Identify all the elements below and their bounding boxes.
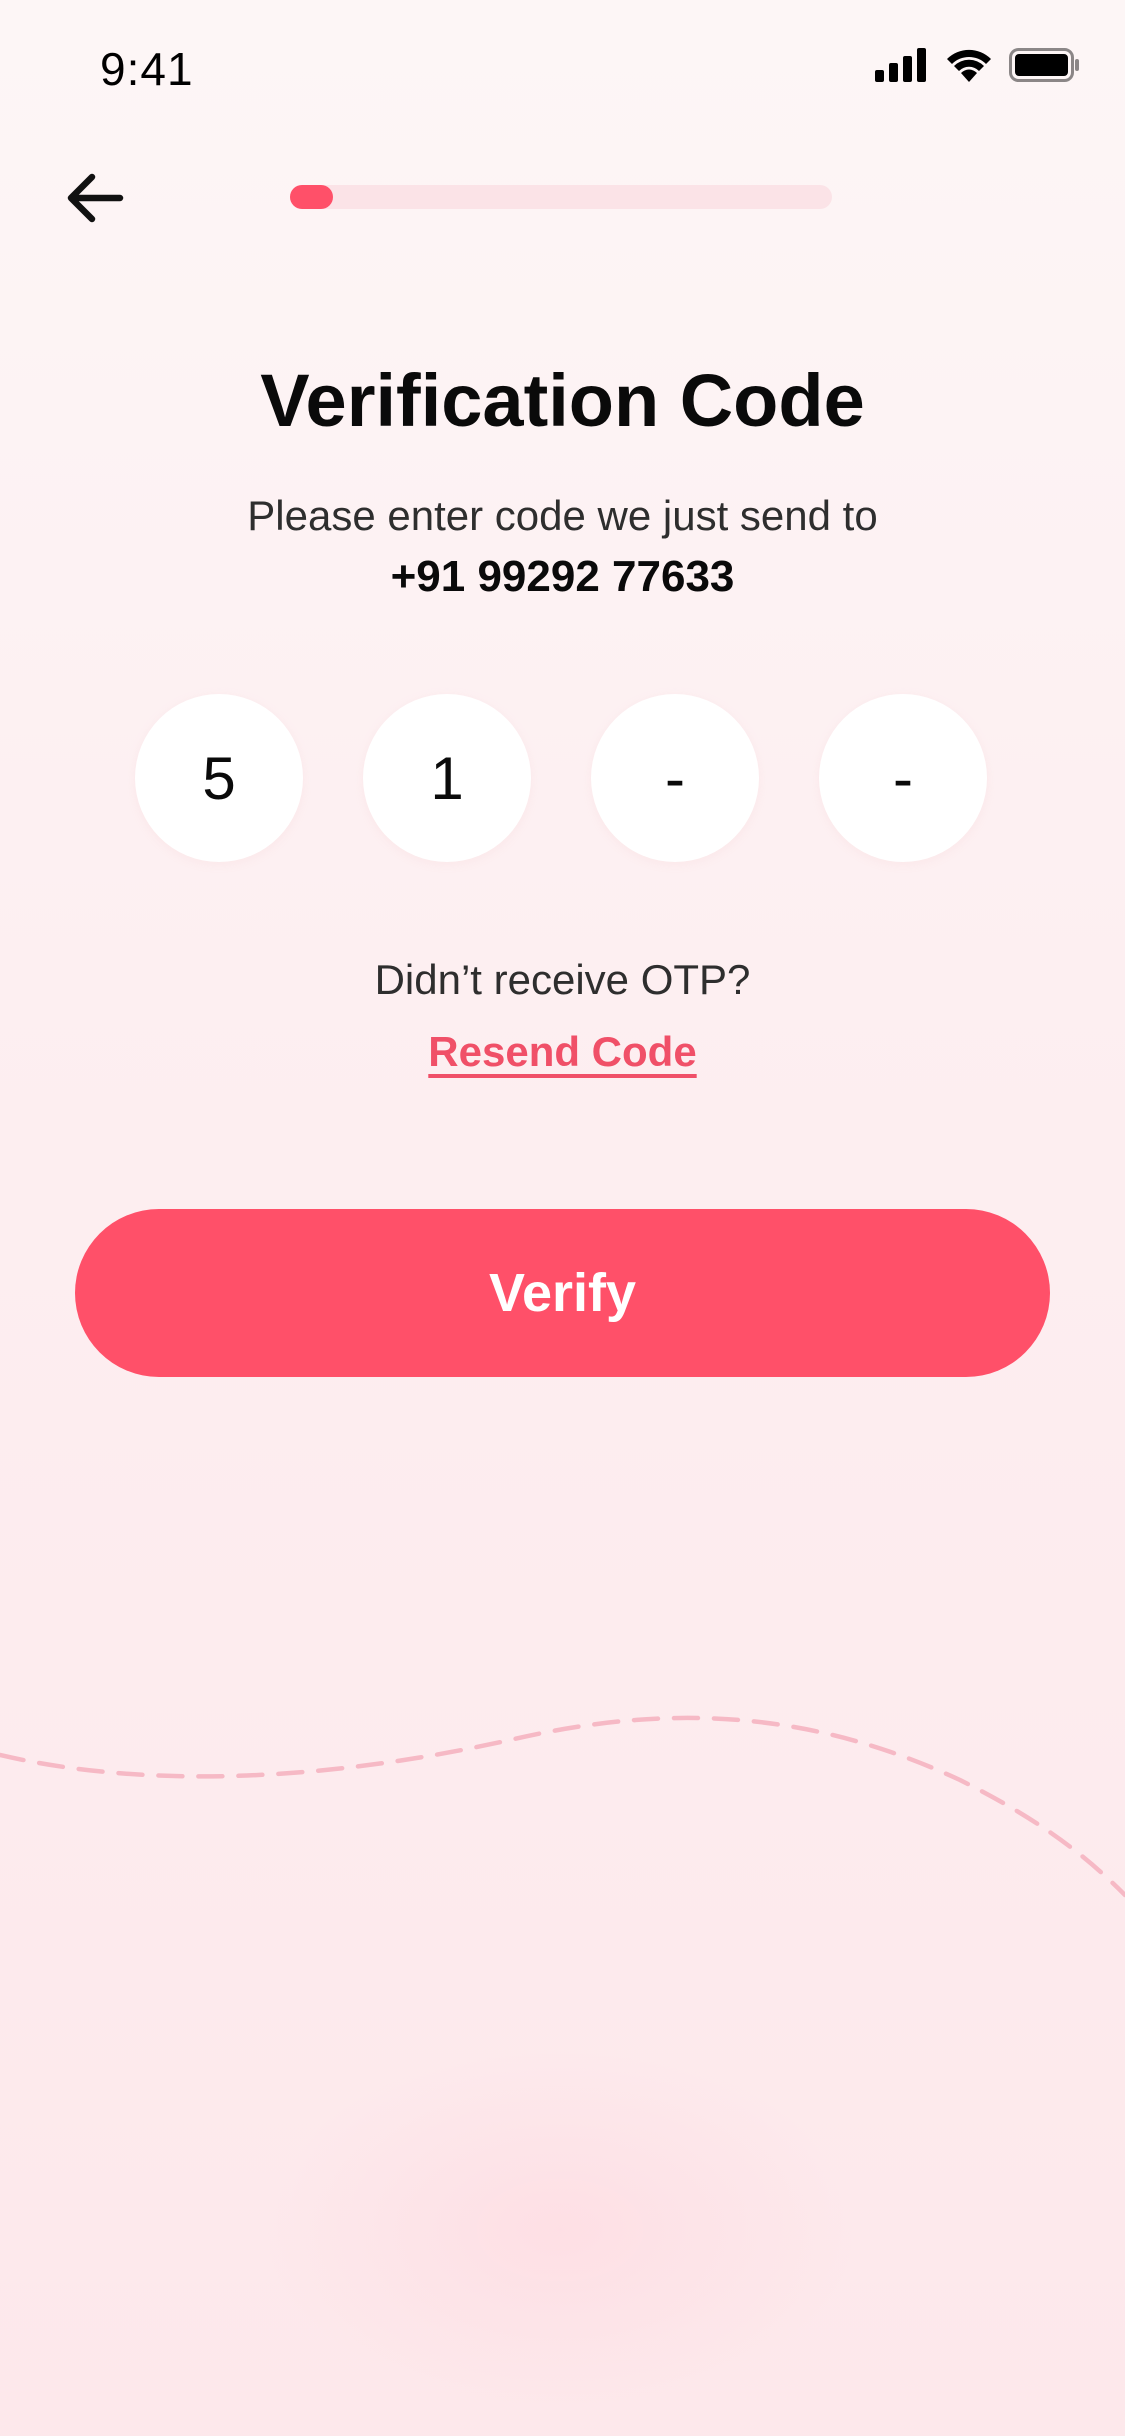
decorative-wave	[0, 1715, 1125, 1898]
otp-digit-3[interactable]: -	[591, 694, 759, 862]
status-time: 9:41	[100, 43, 194, 95]
cellular-signal-icon	[875, 48, 926, 82]
otp-digit-2[interactable]: 1	[363, 694, 531, 862]
resend-code-link[interactable]: Resend Code	[0, 1028, 1125, 1076]
page-title: Verification Code	[260, 359, 865, 442]
arrow-left-icon	[67, 173, 124, 223]
battery-icon	[1009, 48, 1079, 82]
back-button[interactable]	[62, 168, 132, 228]
verify-button[interactable]: Verify	[75, 1209, 1050, 1377]
instructions-text: Please enter code we just send to	[247, 492, 878, 539]
otp-digit-4[interactable]: -	[819, 694, 987, 862]
otp-digit-1[interactable]: 5	[135, 694, 303, 862]
progress-bar	[290, 185, 832, 209]
status-bar: 9:41	[0, 0, 1125, 140]
status-icons	[875, 48, 1081, 82]
progress-fill	[290, 185, 334, 209]
wifi-icon	[947, 49, 991, 82]
resend-prompt: Didn’t receive OTP?	[374, 956, 751, 1003]
otp-input-group: 5 1 - -	[135, 694, 987, 862]
verification-screen: 9:41 Verification Code Please enter code…	[0, 0, 1125, 2436]
phone-number: +91 99292 77633	[390, 552, 735, 601]
